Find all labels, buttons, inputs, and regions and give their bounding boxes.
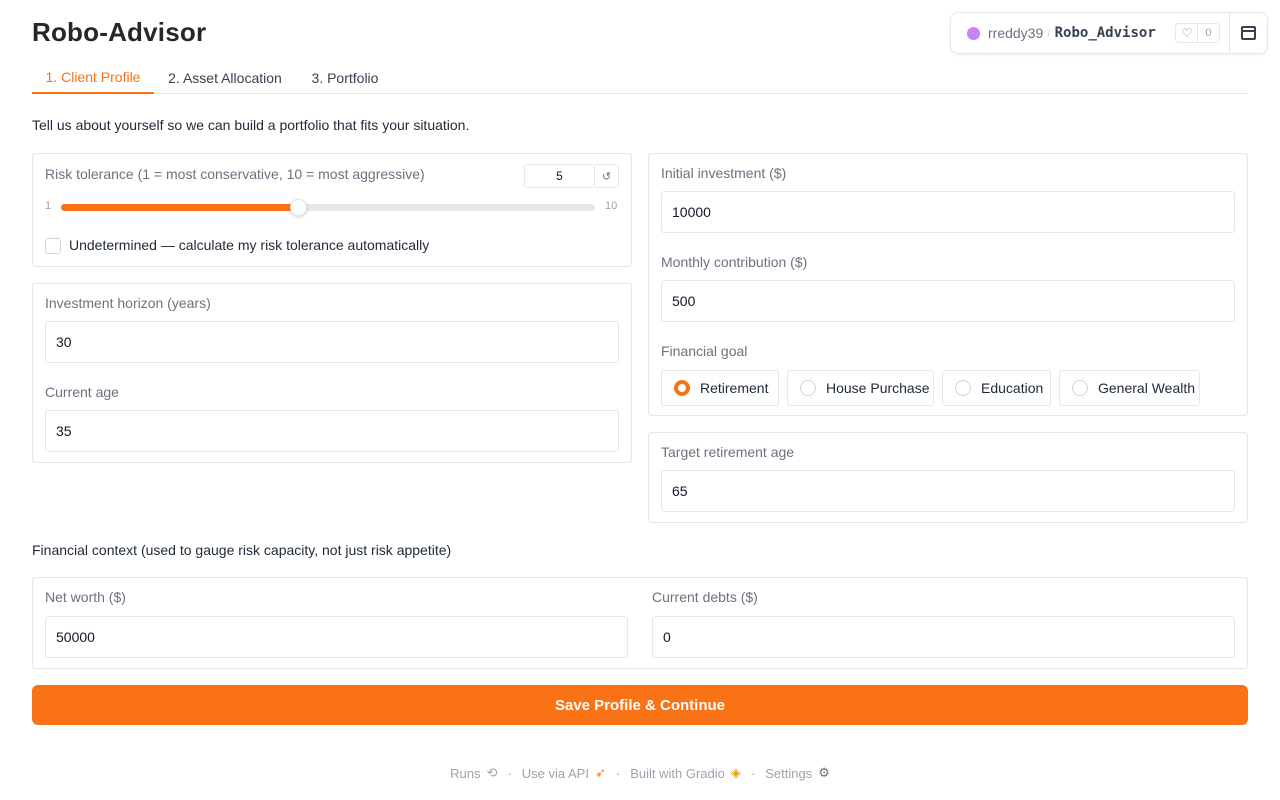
footer-settings-label: Settings [765,765,813,781]
radio-unselected-icon [1072,380,1088,396]
footer-api-label: Use via API [521,765,589,781]
owner-avatar-icon [967,26,980,40]
tab-asset-allocation[interactable]: 2. Asset Allocation [160,62,290,94]
current-age-input[interactable]: 35 [45,410,619,452]
goal-option-label: General Wealth [1098,380,1196,396]
goal-option-general-wealth[interactable]: General Wealth [1059,370,1200,406]
risk-tolerance-number-input[interactable]: 5 [524,164,595,188]
goal-option-label: House Purchase [826,380,930,396]
collapse-header-button[interactable] [1229,13,1267,53]
current-age-label: Current age [45,384,119,400]
radio-selected-icon [674,380,690,396]
app-title: Robo-Advisor [32,17,207,47]
auto-risk-checkbox-label: Undetermined — calculate my risk toleran… [69,237,430,253]
footer-runs-link[interactable]: Runs ⟲ [450,765,497,781]
goal-option-education[interactable]: Education [942,370,1051,406]
goal-option-house-purchase[interactable]: House Purchase [787,370,934,406]
reset-button[interactable]: ↺ [595,164,619,188]
financial-goal-label: Financial goal [661,343,748,359]
window-collapse-icon [1241,26,1256,40]
target-retirement-age-label: Target retirement age [661,444,795,460]
path-separator: / [1047,26,1051,40]
investment-horizon-input[interactable]: 30 [45,321,619,363]
history-icon: ⟲ [486,765,498,780]
monthly-contribution-label: Monthly contribution ($) [661,254,808,270]
gear-icon: ⚙ [818,765,830,780]
slider-thumb[interactable] [290,199,308,216]
target-retirement-age-input[interactable]: 65 [661,470,1235,512]
initial-investment-label: Initial investment ($) [661,165,787,181]
space-repo-link[interactable]: Robo_Advisor [1055,25,1163,41]
net-worth-input[interactable]: 50000 [45,616,628,658]
retirement-age-panel: Target retirement age 65 [648,432,1248,523]
gradio-logo-icon: ◈ [730,765,741,780]
radio-unselected-icon [955,380,971,396]
save-profile-button[interactable]: Save Profile & Continue [32,685,1248,725]
financial-context-heading: Financial context (used to gauge risk ca… [32,542,452,558]
footer-runs-label: Runs [450,765,481,781]
net-worth-label: Net worth ($) [45,589,126,605]
intro-text: Tell us about yourself so we can build a… [32,117,470,133]
reset-icon: ↺ [601,170,612,183]
investment-horizon-label: Investment horizon (years) [45,295,211,311]
tab-portfolio[interactable]: 3. Portfolio [302,62,388,94]
goal-option-retirement[interactable]: Retirement [661,370,779,406]
initial-investment-input[interactable]: 10000 [661,191,1235,233]
footer-separator: · [507,765,512,781]
slider-max-label: 10 [605,200,618,212]
heart-icon: ♡ [1176,24,1199,42]
space-owner-link[interactable]: rreddy39 [988,25,1043,41]
footer-api-link[interactable]: Use via API ➶ [522,765,606,781]
footer-gradio-link[interactable]: Built with Gradio ◈ [630,765,741,781]
like-button[interactable]: ♡ 0 [1174,23,1220,43]
current-debts-label: Current debts ($) [652,589,758,605]
footer: Runs ⟲ · Use via API ➶ · Built with Grad… [0,765,1280,781]
slider-min-label: 1 [45,200,52,212]
risk-tolerance-slider[interactable] [61,199,595,216]
risk-panel: Risk tolerance (1 = most conservative, 1… [32,153,632,267]
financial-context-panel: Net worth ($) 50000 Current debts ($) 0 [32,577,1248,669]
goal-option-label: Retirement [700,380,769,396]
slider-fill [61,204,299,211]
footer-separator: · [750,765,756,781]
radio-unselected-icon [800,380,816,396]
current-debts-input[interactable]: 0 [652,616,1235,658]
tab-bar: 1. Client Profile 2. Asset Allocation 3.… [32,62,1248,94]
auto-risk-checkbox[interactable] [45,238,61,254]
footer-settings-link[interactable]: Settings ⚙ [765,765,830,781]
footer-built-label: Built with Gradio [630,765,725,781]
goal-option-label: Education [981,380,1044,396]
horizon-age-panel: Investment horizon (years) 30 Current ag… [32,283,632,463]
footer-separator: · [615,765,621,781]
like-count: 0 [1205,27,1212,39]
tab-client-profile[interactable]: 1. Client Profile [32,62,154,94]
risk-tolerance-label: Risk tolerance (1 = most conservative, 1… [45,166,425,182]
monthly-contribution-input[interactable]: 500 [661,280,1235,322]
space-badge: rreddy39 / Robo_Advisor ♡ 0 [950,12,1268,54]
rocket-icon: ➶ [594,765,606,780]
